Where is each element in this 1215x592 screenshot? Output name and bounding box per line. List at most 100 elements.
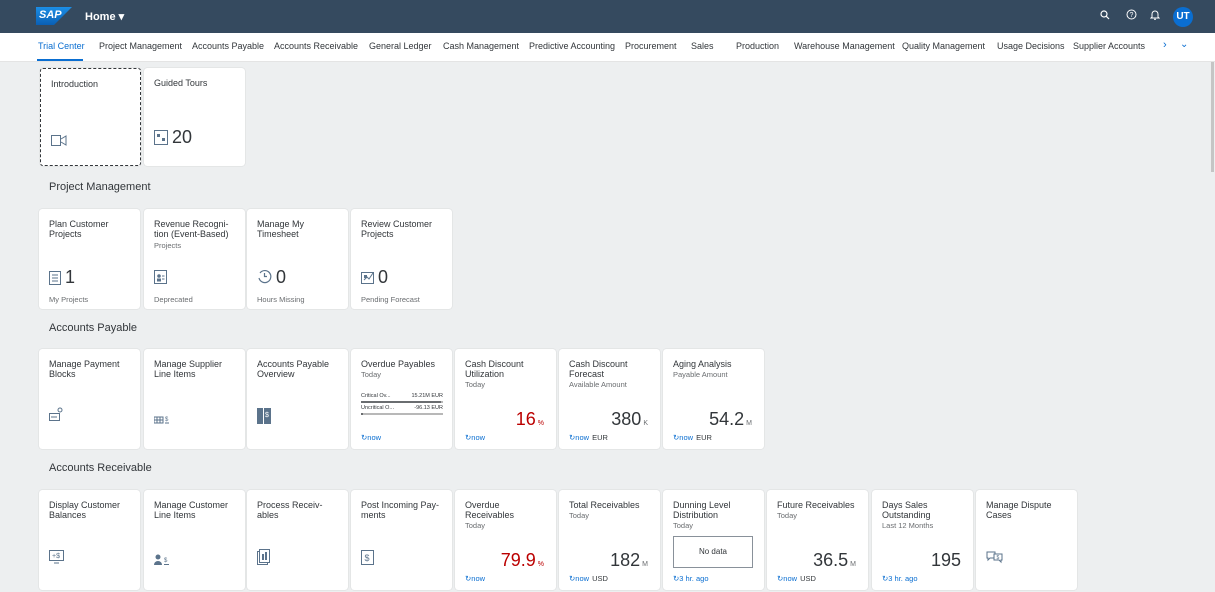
tab-trial-center[interactable]: Trial Center (38, 41, 85, 51)
tile-guided-tours[interactable]: Guided Tours 20 (144, 68, 245, 166)
refresh-link[interactable]: ↻now USD (777, 574, 816, 583)
tab-predictive-accounting[interactable]: Predictive Accounting (529, 41, 615, 51)
tile-subtitle: Today (465, 380, 486, 389)
kpi-value: 380 K (611, 409, 648, 430)
tile-cash-discount-forecast[interactable]: Cash Discount Forecast Available Amount … (559, 349, 660, 449)
tile-subtitle: Today (361, 370, 382, 379)
tile-subtitle: Today (569, 511, 590, 520)
tile-title: Dunning Level Distribution (673, 500, 731, 520)
video-icon (51, 135, 67, 149)
tile-title: Manage My Timesheet (257, 219, 305, 239)
user-avatar[interactable]: UT (1173, 7, 1193, 27)
section-title-project-management: Project Management (49, 181, 151, 193)
tile-review-customer-projects[interactable]: Review Customer Projects 0 Pending Forec… (351, 209, 452, 309)
refresh-link[interactable]: ↻now (465, 574, 485, 583)
tile-title: Aging Analysis (673, 359, 732, 369)
tile-title: Manage Customer Line Items (154, 500, 229, 520)
scrollbar[interactable] (1211, 62, 1214, 172)
tab-quality-management[interactable]: Quality Management (902, 41, 985, 51)
tile-aging-analysis[interactable]: Aging Analysis Payable Amount 54.2 M ↻now… (663, 349, 764, 449)
refresh-link[interactable]: ↻3 hr. ago (673, 574, 709, 583)
refresh-link[interactable]: ↻now USD (569, 574, 608, 583)
tile-value: 0 (276, 267, 287, 287)
tab-cash-management[interactable]: Cash Management (443, 41, 519, 51)
tile-manage-customer-line-items[interactable]: Manage Customer Line Items $ (144, 490, 245, 590)
tile-total-receivables[interactable]: Total Receivables Today 182 M ↻now USD (559, 490, 660, 590)
tile-introduction[interactable]: Introduction (40, 68, 141, 166)
kpi-number: 54.2 (709, 409, 745, 429)
customer-balance-icon: +$ (49, 550, 64, 567)
section-title-accounts-receivable: Accounts Receivable (49, 462, 152, 474)
dispute-icon: $ (986, 550, 1003, 567)
search-icon[interactable] (1097, 9, 1113, 23)
tile-title: Manage Dispute Cases (986, 500, 1052, 520)
tile-dunning-level-distribution[interactable]: Dunning Level Distribution Today No data… (663, 490, 764, 590)
chevron-right-icon[interactable]: › (1163, 39, 1167, 51)
tab-accounts-payable[interactable]: Accounts Payable (192, 41, 264, 51)
clock-icon (257, 269, 272, 287)
payables-overview-icon: $ (257, 408, 271, 427)
kpi-unit: K (643, 420, 648, 427)
selected-tab-indicator (37, 59, 83, 61)
notifications-bell-icon[interactable] (1147, 9, 1163, 23)
tile-process-receivables[interactable]: Process Receiv- ables (247, 490, 348, 590)
svg-text:$: $ (164, 558, 168, 564)
bar-row-uncritical: Uncritical O... -96.13 EUR (361, 405, 443, 411)
tab-supplier-accounts[interactable]: Supplier Accounts (1073, 41, 1145, 51)
tab-production[interactable]: Production (736, 41, 779, 51)
tile-title: Total Receivables (569, 500, 640, 510)
project-icon (49, 270, 61, 288)
refresh-link[interactable]: ↻now EUR (569, 433, 608, 442)
refresh-link[interactable]: ↻3 hr. ago (882, 574, 918, 583)
tile-manage-dispute-cases[interactable]: Manage Dispute Cases $ (976, 490, 1077, 590)
tab-accounts-receivable[interactable]: Accounts Receivable (274, 41, 358, 51)
tab-usage-decisions[interactable]: Usage Decisions (997, 41, 1065, 51)
refresh-text: now (575, 433, 590, 442)
tile-footer: Pending Forecast (361, 295, 420, 304)
tile-subtitle: Today (465, 521, 486, 530)
refresh-text: 3 hr. ago (888, 574, 918, 583)
tile-overdue-payables[interactable]: Overdue Payables Today Critical Ov... 15… (351, 349, 452, 449)
tile-days-sales-outstanding[interactable]: Days Sales Outstanding Last 12 Months 19… (872, 490, 973, 590)
kpi-unit: % (537, 561, 544, 568)
help-icon[interactable]: ? (1123, 9, 1139, 23)
kpi-number: 182 (610, 550, 641, 570)
tile-manage-my-timesheet[interactable]: Manage My Timesheet 0 Hours Missing (247, 209, 348, 309)
tab-project-management[interactable]: Project Management (99, 41, 182, 51)
tab-procurement[interactable]: Procurement (625, 41, 677, 51)
refresh-link[interactable]: ↻now (465, 433, 485, 442)
incoming-payment-icon: $ (361, 550, 374, 568)
tile-future-receivables[interactable]: Future Receivables Today 36.5 M ↻now USD (767, 490, 868, 590)
bar-fill-critical (361, 401, 441, 403)
tile-footer: Hours Missing (257, 295, 305, 304)
tile-display-customer-balances[interactable]: Display Customer Balances +$ (39, 490, 140, 590)
tile-overdue-receivables[interactable]: Overdue Receivables Today 79.9% ↻now (455, 490, 556, 590)
tab-general-ledger[interactable]: General Ledger (369, 41, 432, 51)
refresh-link[interactable]: ↻now EUR (673, 433, 712, 442)
kpi-unit: % (537, 420, 544, 427)
tab-warehouse-management[interactable]: Warehouse Management (794, 41, 895, 51)
tile-cash-discount-utilization[interactable]: Cash Discount Utilization Today 16% ↻now (455, 349, 556, 449)
tile-post-incoming-payments[interactable]: Post Incoming Pay- ments $ (351, 490, 452, 590)
tile-title: Days Sales Outstanding (882, 500, 931, 520)
tile-plan-customer-projects[interactable]: Plan Customer Projects 1 My Projects (39, 209, 140, 309)
tile-revenue-recognition[interactable]: Revenue Recogni- tion (Event-Based) Proj… (144, 209, 245, 309)
tile-value: 1 (65, 267, 76, 287)
home-menu-button[interactable]: Home ▾ (85, 10, 124, 23)
refresh-text: 3 hr. ago (679, 574, 709, 583)
tile-title: Guided Tours (154, 78, 208, 88)
bar-row-critical: Critical Ov... 15.21M EUR (361, 393, 443, 399)
tile-title: Manage Supplier Line Items (154, 359, 223, 379)
tile-accounts-payable-overview[interactable]: Accounts Payable Overview $ (247, 349, 348, 449)
tours-icon (154, 130, 168, 148)
tile-manage-supplier-line-items[interactable]: Manage Supplier Line Items $ (144, 349, 245, 449)
tile-title: Process Receiv- ables (257, 500, 323, 520)
svg-text:?: ? (1129, 12, 1133, 19)
sap-logo[interactable]: SAP (36, 7, 72, 25)
tile-manage-payment-blocks[interactable]: Manage Payment Blocks (39, 349, 140, 449)
refresh-link[interactable]: ↻now (361, 433, 381, 442)
tab-sales[interactable]: Sales (691, 41, 714, 51)
chevron-down-icon[interactable]: ⌄ (1180, 39, 1188, 50)
tile-title: Overdue Payables (361, 359, 436, 369)
tile-footer: Deprecated (154, 295, 193, 304)
